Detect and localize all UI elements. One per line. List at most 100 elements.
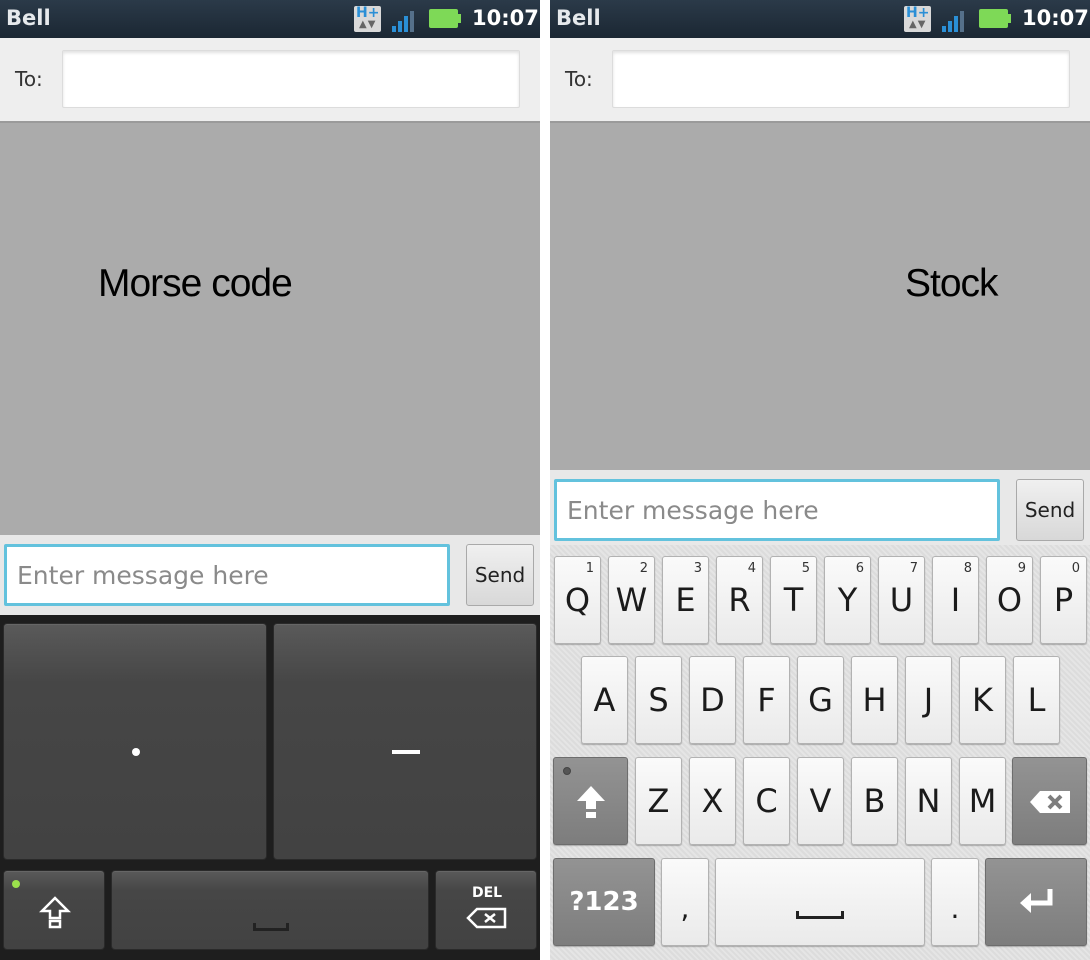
- data-arrows-icon: ▲▼: [909, 19, 927, 30]
- key-letter: K: [972, 681, 993, 719]
- key-letter: G: [808, 681, 833, 719]
- message-input[interactable]: [4, 544, 450, 606]
- key-f[interactable]: F: [743, 656, 790, 744]
- network-hplus-icon: H+ ▲▼: [904, 5, 931, 32]
- key-l[interactable]: L: [1013, 656, 1060, 744]
- key-letter: A: [593, 681, 616, 719]
- phone-screen-morse: Bell H+ ▲▼ 10:07 To: Morse code Send: [0, 0, 540, 960]
- key-number-hint: 1: [585, 561, 594, 576]
- space-key[interactable]: [715, 858, 925, 946]
- key-number-hint: 2: [639, 561, 648, 576]
- space-key[interactable]: [111, 870, 429, 950]
- key-letter: V: [809, 782, 832, 820]
- carrier-name: Bell: [6, 6, 51, 30]
- symbols-key[interactable]: ?123: [553, 858, 655, 946]
- key-r[interactable]: R4: [716, 556, 763, 644]
- signal-strength-icon: [392, 8, 420, 32]
- to-label: To:: [15, 67, 43, 91]
- key-k[interactable]: K: [959, 656, 1006, 744]
- key-o[interactable]: O9: [986, 556, 1033, 644]
- delete-key[interactable]: DEL: [435, 870, 537, 950]
- key-number-hint: 7: [909, 561, 918, 576]
- period-key-label: .: [950, 892, 960, 925]
- key-letter: X: [701, 782, 724, 820]
- backspace-icon: [1030, 791, 1070, 813]
- morse-keyboard: DEL: [0, 615, 540, 960]
- key-letter: C: [755, 782, 778, 820]
- keyboard-type-label: Stock: [905, 262, 999, 305]
- comma-key-label: ,: [680, 892, 690, 925]
- status-bar: Bell H+ ▲▼ 10:07: [550, 0, 1090, 38]
- status-bar: Bell H+ ▲▼ 10:07: [0, 0, 540, 38]
- shift-led-indicator: [563, 767, 571, 775]
- key-number-hint: 3: [693, 561, 702, 576]
- key-j[interactable]: J: [905, 656, 952, 744]
- del-label: DEL: [472, 885, 503, 901]
- status-clock: 10:07: [472, 6, 539, 30]
- key-y[interactable]: Y6: [824, 556, 871, 644]
- key-letter: J: [923, 681, 934, 719]
- message-input[interactable]: [554, 479, 1000, 541]
- key-v[interactable]: V: [797, 757, 844, 845]
- key-w[interactable]: W2: [608, 556, 655, 644]
- panel-divider: [540, 0, 550, 960]
- backspace-icon: [466, 907, 507, 929]
- morse-dash-key[interactable]: [273, 623, 537, 860]
- key-letter: P: [1053, 581, 1074, 619]
- space-icon: [796, 911, 844, 919]
- send-button[interactable]: Send: [1016, 479, 1084, 541]
- key-number-hint: 0: [1071, 561, 1080, 576]
- comma-key[interactable]: ,: [661, 858, 709, 946]
- status-clock: 10:07: [1022, 6, 1089, 30]
- shift-led-indicator: [12, 880, 20, 888]
- key-b[interactable]: B: [851, 757, 898, 845]
- key-u[interactable]: U7: [878, 556, 925, 644]
- key-c[interactable]: C: [743, 757, 790, 845]
- key-q[interactable]: Q1: [554, 556, 601, 644]
- keyboard-type-label: Morse code: [98, 262, 293, 305]
- dot-icon: [132, 748, 140, 756]
- key-i[interactable]: I8: [932, 556, 979, 644]
- key-s[interactable]: S: [635, 656, 682, 744]
- key-z[interactable]: Z: [635, 757, 682, 845]
- key-h[interactable]: H: [851, 656, 898, 744]
- key-letter: F: [757, 681, 776, 719]
- shift-key[interactable]: [553, 757, 628, 845]
- key-letter: O: [996, 581, 1023, 619]
- key-d[interactable]: D: [689, 656, 736, 744]
- key-x[interactable]: X: [689, 757, 736, 845]
- morse-dot-key[interactable]: [3, 623, 267, 860]
- enter-arrow-icon: [1020, 889, 1053, 913]
- key-letter: M: [968, 782, 997, 820]
- signal-strength-icon: [942, 8, 970, 32]
- key-letter: I: [950, 581, 961, 619]
- key-e[interactable]: E3: [662, 556, 709, 644]
- send-button[interactable]: Send: [466, 544, 534, 606]
- key-a[interactable]: A: [581, 656, 628, 744]
- key-t[interactable]: T5: [770, 556, 817, 644]
- data-arrows-icon: ▲▼: [359, 19, 377, 30]
- compose-row: Send: [550, 470, 1090, 545]
- battery-icon: [429, 9, 461, 28]
- shift-arrow-icon: [39, 896, 71, 929]
- stock-keyboard: Q1W2E3R4T5Y6U7I8O9P0 ASDFGHJKL ZXCVBNM ?…: [550, 545, 1090, 960]
- key-letter: Y: [837, 581, 858, 619]
- key-number-hint: 9: [1017, 561, 1026, 576]
- enter-key[interactable]: [985, 858, 1087, 946]
- shift-arrow-icon: [577, 786, 605, 818]
- key-letter: W: [615, 581, 648, 619]
- key-letter: S: [648, 681, 669, 719]
- backspace-key[interactable]: [1012, 757, 1087, 845]
- key-n[interactable]: N: [905, 757, 952, 845]
- key-p[interactable]: P0: [1040, 556, 1087, 644]
- recipient-input[interactable]: [612, 50, 1070, 108]
- key-letter: Z: [647, 782, 670, 820]
- period-key[interactable]: .: [931, 858, 979, 946]
- key-letter: N: [916, 782, 941, 820]
- key-g[interactable]: G: [797, 656, 844, 744]
- recipient-input[interactable]: [62, 50, 520, 108]
- shift-key[interactable]: [3, 870, 105, 950]
- key-letter: T: [783, 581, 804, 619]
- to-label: To:: [565, 67, 593, 91]
- key-m[interactable]: M: [959, 757, 1006, 845]
